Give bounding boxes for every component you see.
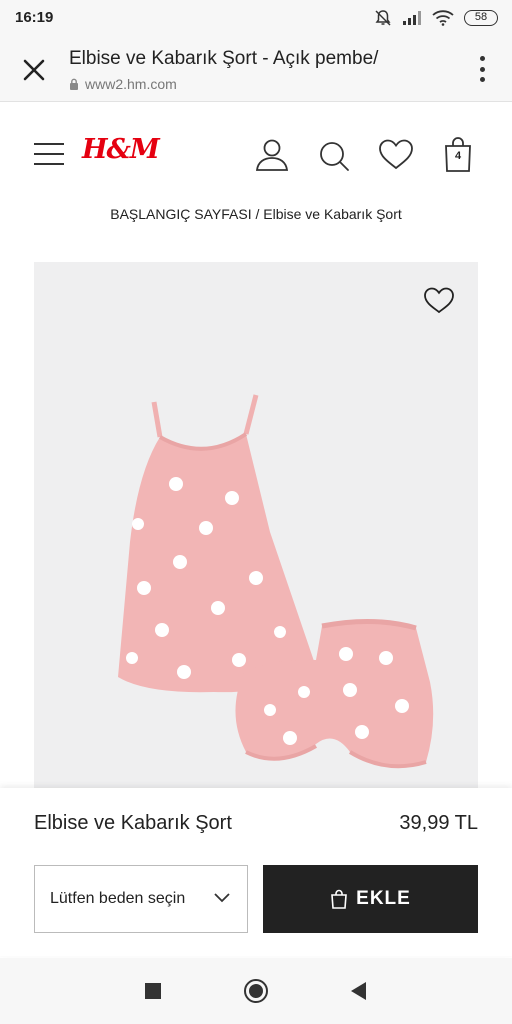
shopping-bag-icon[interactable]: 4	[438, 135, 478, 175]
status-bar: 16:19 58	[0, 0, 512, 36]
add-to-bag-button[interactable]: EKLE	[263, 865, 478, 933]
product-panel: Elbise ve Kabarık Şort 39,99 TL Lütfen b…	[0, 788, 512, 956]
chevron-down-icon	[214, 893, 230, 903]
system-nav-bar	[0, 958, 512, 1024]
recents-square-icon[interactable]	[140, 978, 166, 1004]
heart-icon[interactable]	[376, 135, 416, 175]
url-row[interactable]: www2.hm.com	[69, 76, 177, 92]
browser-toolbar: Elbise ve Kabarık Şort - Açık pembe/ www…	[0, 36, 512, 102]
home-circle-icon[interactable]	[243, 978, 269, 1004]
breadcrumb[interactable]: BAŞLANGIÇ SAYFASI / Elbise ve Kabarık Şo…	[0, 206, 512, 222]
search-icon[interactable]	[314, 135, 354, 175]
size-select[interactable]: Lütfen beden seçin	[34, 865, 248, 933]
back-triangle-icon[interactable]	[346, 978, 372, 1004]
site-header: H&M 4	[0, 103, 512, 203]
status-icons: 58	[374, 8, 498, 28]
hm-logo[interactable]: H&M	[82, 134, 160, 165]
lock-icon	[70, 78, 78, 90]
product-photo-illustration	[118, 394, 434, 769]
kebab-dot	[479, 77, 485, 82]
browser-page-title: Elbise ve Kabarık Şort - Açık pembe/	[69, 48, 379, 69]
favorite-heart-icon[interactable]	[422, 284, 456, 316]
product-price: 39,99 TL	[399, 812, 478, 834]
signal-icon	[403, 11, 421, 25]
kebab-dot	[479, 56, 485, 61]
add-to-bag-label: EKLE	[356, 888, 411, 909]
menu-line	[34, 143, 64, 145]
size-select-label: Lütfen beden seçin	[50, 890, 186, 907]
mute-icon	[375, 10, 391, 26]
close-icon[interactable]	[20, 56, 48, 84]
menu-line	[34, 163, 64, 165]
menu-line	[34, 153, 64, 155]
account-icon[interactable]	[252, 135, 292, 175]
wifi-icon	[432, 10, 454, 26]
battery-icon: 58	[464, 10, 498, 26]
menu-icon[interactable]	[34, 143, 64, 165]
product-image[interactable]	[34, 262, 478, 792]
url-text: www2.hm.com	[85, 76, 177, 92]
product-name: Elbise ve Kabarık Şort	[34, 812, 232, 834]
bag-count-badge: 4	[454, 150, 462, 162]
shopping-bag-icon	[331, 889, 348, 909]
kebab-dot	[479, 66, 485, 72]
status-time: 16:19	[15, 9, 54, 26]
more-vertical-icon[interactable]	[470, 54, 494, 84]
